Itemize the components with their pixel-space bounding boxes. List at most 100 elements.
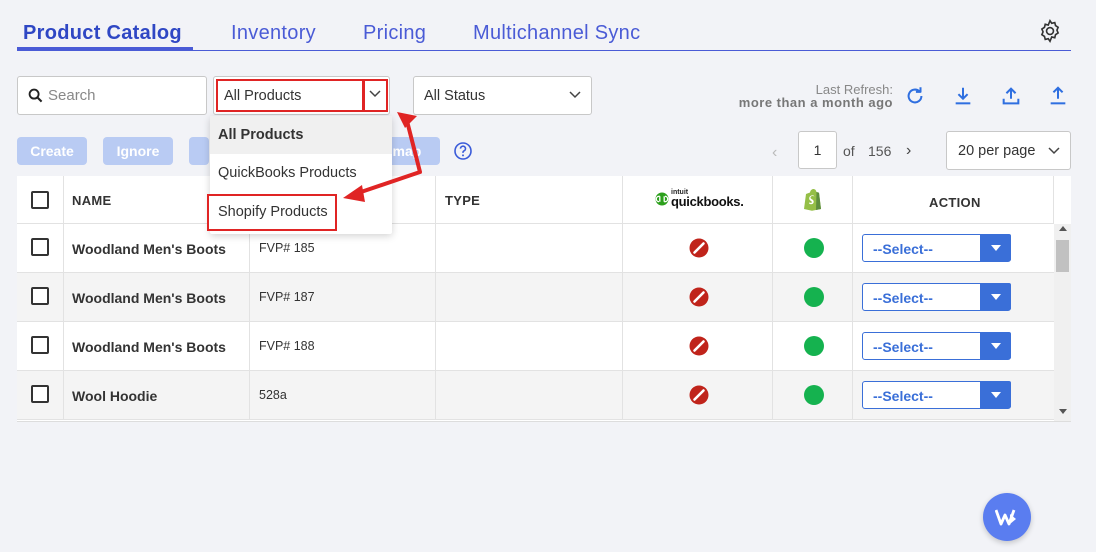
active-tab-indicator [17, 47, 193, 51]
scroll-up-arrow[interactable] [1059, 226, 1067, 231]
page-total: 156 [868, 143, 892, 159]
row-select-cell [17, 224, 64, 273]
synced-dot-icon [804, 287, 824, 307]
product-sku: FVP# 188 [259, 339, 315, 353]
product-filter-dropdown: All Products QuickBooks Products Shopify… [207, 116, 392, 234]
header-action-label: ACTION [929, 195, 981, 210]
scroll-thumb[interactable] [1056, 240, 1069, 272]
product-name[interactable]: Woodland Men's Boots [72, 339, 226, 355]
create-button[interactable]: Create [17, 137, 87, 165]
row-action-value: --Select-- [873, 241, 933, 257]
search-icon [28, 88, 43, 103]
row-action-select[interactable]: --Select-- [862, 332, 1011, 360]
select-all-checkbox[interactable] [31, 191, 49, 209]
product-sku: FVP# 187 [259, 290, 315, 304]
row-select-cell [17, 371, 64, 420]
synced-dot-icon [804, 385, 824, 405]
header-type-label: TYPE [445, 193, 481, 208]
page-of-label: of [843, 143, 855, 159]
gear-icon[interactable] [1037, 18, 1063, 44]
menu-item-shopify-products[interactable]: Shopify Products [207, 194, 337, 231]
row-checkbox[interactable] [31, 238, 49, 256]
page-number-input[interactable]: 1 [798, 131, 837, 169]
row-checkbox[interactable] [31, 336, 49, 354]
chevron-down-icon [980, 283, 1011, 310]
type-cell [436, 322, 623, 371]
tab-multichannel-sync[interactable]: Multichannel Sync [473, 22, 640, 45]
row-action-select[interactable]: --Select-- [862, 234, 1011, 262]
action-button-partial[interactable] [189, 137, 209, 165]
row-checkbox[interactable] [31, 385, 49, 403]
row-select-cell [17, 273, 64, 322]
upload-icon[interactable] [1000, 85, 1022, 107]
table-row[interactable]: Woodland Men's Boots FVP# 187 --Select-- [17, 273, 1054, 322]
menu-item-quickbooks-products[interactable]: QuickBooks Products [210, 154, 392, 192]
not-synced-icon [689, 287, 709, 307]
tab-inventory[interactable]: Inventory [231, 22, 316, 45]
chevron-down-icon [569, 91, 581, 99]
product-filter-toggle[interactable] [363, 79, 388, 112]
refresh-icon[interactable] [904, 85, 926, 107]
product-filter-value: All Products [224, 88, 302, 104]
prev-page-button[interactable]: ‹ [772, 144, 777, 162]
row-checkbox[interactable] [31, 287, 49, 305]
shopify-icon [804, 189, 821, 211]
chevron-down-icon [980, 234, 1011, 261]
chevron-down-icon [369, 90, 381, 98]
help-icon[interactable] [453, 141, 473, 161]
search-input[interactable] [48, 77, 203, 114]
last-refresh-value: more than a month ago [738, 95, 893, 110]
header-shopify [773, 176, 853, 224]
not-synced-icon [689, 385, 709, 405]
status-filter-value: All Status [424, 88, 486, 104]
main-tabs: Product Catalog Inventory Pricing Multic… [17, 14, 1071, 51]
row-select-cell [17, 322, 64, 371]
chevron-down-icon [980, 332, 1011, 359]
scroll-down-arrow[interactable] [1059, 409, 1067, 414]
tab-product-catalog[interactable]: Product Catalog [23, 22, 182, 45]
product-sku: 528a [259, 388, 287, 402]
product-name[interactable]: Wool Hoodie [72, 388, 157, 404]
header-select-cell [17, 176, 64, 224]
product-filter-select[interactable]: All Products [213, 76, 390, 115]
product-name[interactable]: Woodland Men's Boots [72, 290, 226, 306]
product-sku: FVP# 185 [259, 241, 315, 255]
menu-item-all-products[interactable]: All Products [210, 116, 392, 154]
header-action: ACTION [853, 176, 1054, 224]
not-synced-icon [689, 336, 709, 356]
assistant-fab[interactable] [983, 493, 1031, 541]
tab-pricing[interactable]: Pricing [363, 22, 426, 45]
chevron-down-icon [1048, 147, 1060, 155]
next-page-button[interactable]: › [906, 142, 911, 160]
row-action-value: --Select-- [873, 290, 933, 306]
not-synced-icon [689, 238, 709, 258]
header-type: TYPE [436, 176, 623, 224]
status-filter-select[interactable]: All Status [413, 76, 592, 115]
header-quickbooks: intuit quickbooks. [623, 176, 773, 224]
row-action-select[interactable]: --Select-- [862, 381, 1011, 409]
chevron-down-icon [980, 381, 1011, 408]
quickbooks-label: quickbooks. [671, 194, 744, 209]
product-table: NAME TYPE intuit quickbooks. ACTION Wood… [17, 176, 1071, 422]
table-scrollbar[interactable] [1054, 224, 1071, 421]
per-page-select[interactable]: 20 per page [946, 131, 1071, 170]
row-action-value: --Select-- [873, 388, 933, 404]
type-cell [436, 371, 623, 420]
quickbooks-icon [655, 192, 669, 206]
type-cell [436, 224, 623, 273]
product-name[interactable]: Woodland Men's Boots [72, 241, 226, 257]
brand-logo-icon [995, 509, 1016, 526]
search-box [17, 76, 207, 115]
synced-dot-icon [804, 336, 824, 356]
per-page-value: 20 per page [958, 143, 1036, 159]
download-icon[interactable] [952, 85, 974, 107]
ignore-button[interactable]: Ignore [103, 137, 173, 165]
row-action-select[interactable]: --Select-- [862, 283, 1011, 311]
type-cell [436, 273, 623, 322]
table-row[interactable]: Woodland Men's Boots FVP# 185 --Select-- [17, 224, 1054, 273]
table-row[interactable]: Woodland Men's Boots FVP# 188 --Select-- [17, 322, 1054, 371]
header-name-label: NAME [72, 193, 112, 208]
table-row[interactable]: Wool Hoodie 528a --Select-- [17, 371, 1054, 420]
export-icon[interactable] [1047, 85, 1069, 107]
synced-dot-icon [804, 238, 824, 258]
